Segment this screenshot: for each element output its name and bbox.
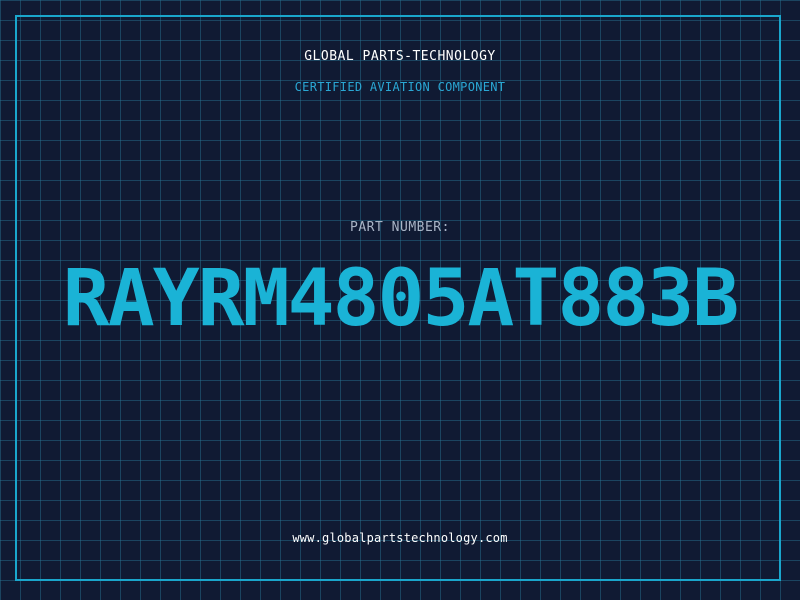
certification-tagline: CERTIFIED AVIATION COMPONENT: [294, 80, 506, 94]
part-number-value: RAYRM4805AT883B: [62, 254, 739, 344]
part-number-label: PART NUMBER:: [350, 220, 450, 235]
brand-name: GLOBAL PARTS-TECHNOLOGY: [304, 49, 496, 64]
website-url: www.globalpartstechnology.com: [292, 531, 508, 545]
part-label-card: GLOBAL PARTS-TECHNOLOGY CERTIFIED AVIATI…: [0, 0, 800, 600]
